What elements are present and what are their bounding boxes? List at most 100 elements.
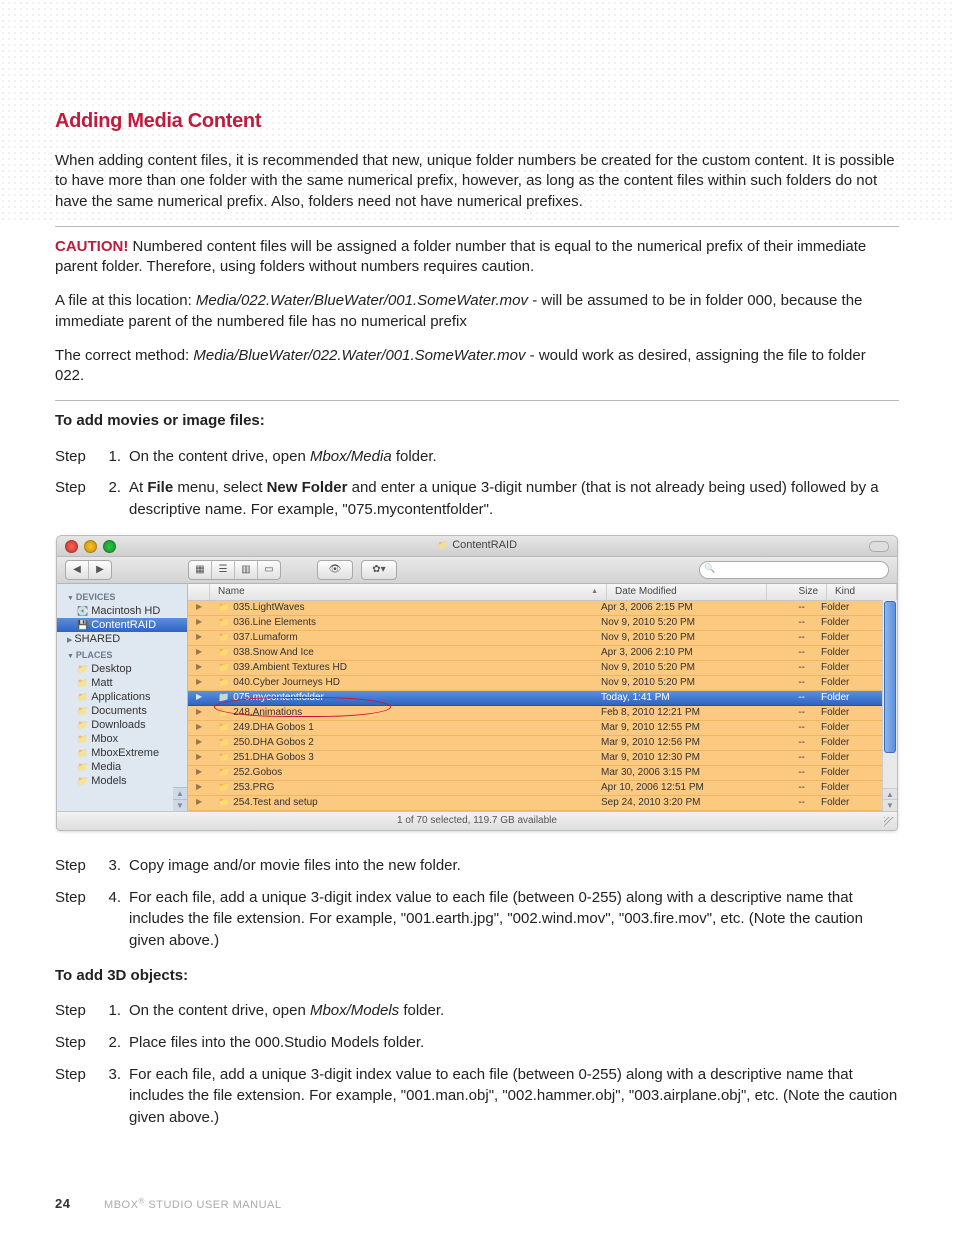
file-date: Apr 10, 2006 12:51 PM: [593, 781, 753, 795]
file-size: --: [753, 706, 813, 720]
file-name: 040.Cyber Journeys HD: [210, 676, 593, 690]
search-field-wrap: [699, 561, 889, 579]
table-row[interactable]: ▶ 249.DHA Gobos 1 Mar 9, 2010 12:55 PM -…: [188, 721, 883, 736]
search-input[interactable]: [699, 561, 889, 579]
file-size: --: [753, 661, 813, 675]
disclosure-triangle-icon[interactable]: ▶: [188, 766, 210, 780]
caution-label: CAUTION!: [55, 238, 128, 255]
scroll-down-button[interactable]: ▼: [173, 799, 187, 811]
step-number: 1.: [103, 1000, 121, 1022]
sidebar-item[interactable]: MboxExtreme: [57, 746, 187, 760]
table-row[interactable]: ▶ 037.Lumaform Nov 9, 2010 5:20 PM -- Fo…: [188, 631, 883, 646]
sidebar-item[interactable]: Macintosh HD: [57, 604, 187, 618]
table-row[interactable]: ▶ 039.Ambient Textures HD Nov 9, 2010 5:…: [188, 661, 883, 676]
file-name: 036.Line Elements: [210, 616, 593, 630]
sidebar-section-places[interactable]: PLACES: [57, 646, 187, 662]
table-row[interactable]: ▶ 035.LightWaves Apr 3, 2006 2:15 PM -- …: [188, 601, 883, 616]
file-date: Mar 30, 2006 3:15 PM: [593, 766, 753, 780]
disclosure-triangle-icon[interactable]: ▶: [188, 736, 210, 750]
toolbar-pill-button[interactable]: [869, 541, 889, 552]
sidebar-item[interactable]: Media: [57, 760, 187, 774]
steps-movies-3-4: Step 3. Copy image and/or movie files in…: [55, 855, 899, 952]
disclosure-triangle-icon[interactable]: ▶: [188, 661, 210, 675]
titlebar[interactable]: ContentRAID: [57, 536, 897, 557]
coverflow-view-button[interactable]: ▭: [258, 561, 280, 579]
file-name: 038.Snow And Ice: [210, 646, 593, 660]
table-row[interactable]: ▶ 254.Test and setup Sep 24, 2010 3:20 P…: [188, 796, 883, 811]
file-date: Mar 9, 2010 12:55 PM: [593, 721, 753, 735]
column-view-button[interactable]: ▥: [235, 561, 258, 579]
step-label: Step: [55, 446, 95, 468]
table-row[interactable]: ▶ 248.Animations Feb 8, 2010 12:21 PM --…: [188, 706, 883, 721]
resize-grip[interactable]: [884, 817, 895, 828]
step-label: Step: [55, 887, 95, 952]
sidebar-item[interactable]: Matt: [57, 676, 187, 690]
disclosure-triangle-icon[interactable]: ▶: [188, 601, 210, 615]
table-row[interactable]: ▶ 252.Gobos Mar 30, 2006 3:15 PM -- Fold…: [188, 766, 883, 781]
sidebar-section-shared[interactable]: SHARED: [57, 632, 187, 646]
file-date: Mar 9, 2010 12:30 PM: [593, 751, 753, 765]
sidebar-item[interactable]: Applications: [57, 690, 187, 704]
disclosure-triangle-icon[interactable]: ▶: [188, 721, 210, 735]
disclosure-triangle-icon[interactable]: ▶: [188, 751, 210, 765]
file-kind: Folder: [813, 781, 883, 795]
column-header-size[interactable]: Size: [767, 584, 827, 600]
column-header-date[interactable]: Date Modified: [607, 584, 767, 600]
table-row[interactable]: ▶ 075.mycontentfolder Today, 1:41 PM -- …: [188, 691, 883, 706]
column-header-kind[interactable]: Kind: [827, 584, 897, 600]
sidebar: DEVICES Macintosh HDContentRAID SHARED P…: [57, 584, 188, 811]
disclosure-triangle-icon[interactable]: ▶: [188, 691, 210, 705]
finder-window: ContentRAID ◀ ▶ ▦ ☰ ▥ ▭ 👁 ✿▾: [56, 535, 898, 831]
list-view-button[interactable]: ☰: [212, 561, 235, 579]
sidebar-item[interactable]: Mbox: [57, 732, 187, 746]
action-menu-button[interactable]: ✿▾: [362, 561, 396, 579]
step-text: For each file, add a unique 3-digit inde…: [129, 887, 899, 952]
vertical-scrollbar[interactable]: ▲ ▼: [882, 600, 897, 811]
disclosure-triangle-icon[interactable]: ▶: [188, 631, 210, 645]
subhead-movies: To add movies or image files:: [55, 411, 899, 431]
sidebar-item[interactable]: Downloads: [57, 718, 187, 732]
scroll-thumb[interactable]: [884, 601, 896, 753]
file-date: Apr 3, 2006 2:15 PM: [593, 601, 753, 615]
column-header-name[interactable]: Name▲: [210, 584, 607, 600]
disclosure-triangle-icon[interactable]: ▶: [188, 781, 210, 795]
sidebar-item[interactable]: Desktop: [57, 662, 187, 676]
steps-3d: Step 1. On the content drive, open Mbox/…: [55, 1000, 899, 1129]
scroll-up-button[interactable]: ▲: [173, 787, 187, 799]
file-date: Nov 9, 2010 5:20 PM: [593, 661, 753, 675]
file-kind: Folder: [813, 766, 883, 780]
table-row[interactable]: ▶ 253.PRG Apr 10, 2006 12:51 PM -- Folde…: [188, 781, 883, 796]
divider: [55, 226, 899, 227]
sidebar-section-devices[interactable]: DEVICES: [57, 588, 187, 604]
action-menu-group: ✿▾: [361, 560, 397, 580]
file-name: 037.Lumaform: [210, 631, 593, 645]
table-row[interactable]: ▶ 038.Snow And Ice Apr 3, 2006 2:10 PM -…: [188, 646, 883, 661]
file-date: Feb 8, 2010 12:21 PM: [593, 706, 753, 720]
scroll-down-button[interactable]: ▼: [883, 799, 897, 811]
file-kind: Folder: [813, 751, 883, 765]
table-row[interactable]: ▶ 250.DHA Gobos 2 Mar 9, 2010 12:56 PM -…: [188, 736, 883, 751]
disclosure-triangle-icon[interactable]: ▶: [188, 796, 210, 810]
step-number: 4.: [103, 887, 121, 952]
file-size: --: [753, 721, 813, 735]
file-size: --: [753, 676, 813, 690]
disclosure-triangle-icon[interactable]: ▶: [188, 706, 210, 720]
disclosure-triangle-icon[interactable]: ▶: [188, 616, 210, 630]
file-date: Nov 9, 2010 5:20 PM: [593, 676, 753, 690]
sidebar-item[interactable]: Documents: [57, 704, 187, 718]
icon-view-button[interactable]: ▦: [189, 561, 212, 579]
back-button[interactable]: ◀: [66, 561, 89, 579]
file-name: 039.Ambient Textures HD: [210, 661, 593, 675]
sidebar-item[interactable]: Models: [57, 774, 187, 788]
sort-indicator-icon: ▲: [591, 588, 598, 595]
table-row[interactable]: ▶ 036.Line Elements Nov 9, 2010 5:20 PM …: [188, 616, 883, 631]
file-size: --: [753, 796, 813, 810]
quicklook-button[interactable]: 👁: [318, 561, 352, 579]
disclosure-triangle-icon[interactable]: ▶: [188, 646, 210, 660]
table-row[interactable]: ▶ 251.DHA Gobos 3 Mar 9, 2010 12:30 PM -…: [188, 751, 883, 766]
disclosure-triangle-icon[interactable]: ▶: [188, 676, 210, 690]
file-kind: Folder: [813, 721, 883, 735]
sidebar-item[interactable]: ContentRAID: [57, 618, 187, 632]
table-row[interactable]: ▶ 040.Cyber Journeys HD Nov 9, 2010 5:20…: [188, 676, 883, 691]
forward-button[interactable]: ▶: [89, 561, 111, 579]
